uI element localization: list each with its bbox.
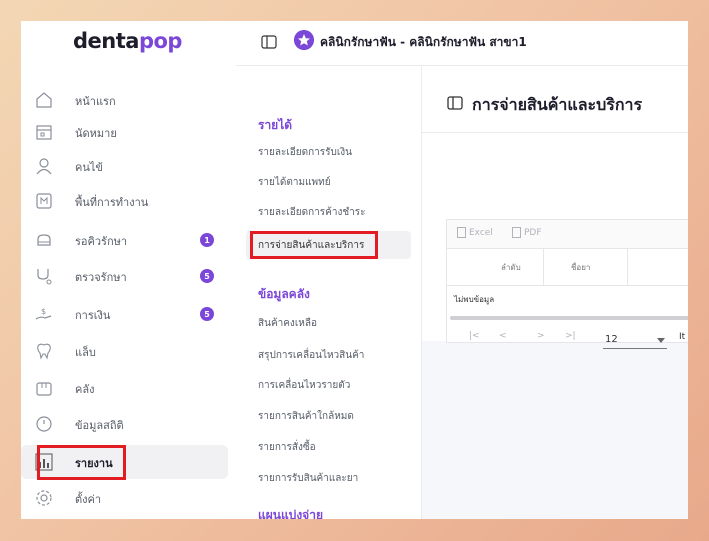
highlight-box-reports	[37, 445, 126, 480]
sidebar-item-label: นัดหมาย	[75, 127, 117, 140]
data-grid: Excel PDF ลำดับ ชื่อยา ไม่พบข้อมูล |< < …	[446, 219, 688, 349]
sidebar-item-appointments[interactable]: นัดหมาย	[21, 115, 228, 149]
tooth-icon	[37, 343, 51, 360]
sidebar-item-label: ตรวจรักษา	[75, 271, 127, 284]
report-item-label: รายได้ตามแพทย์	[258, 177, 331, 188]
box-icon	[36, 382, 52, 396]
sidebar-item-settings[interactable]: ตั้งค่า	[21, 481, 228, 515]
sidebar-item-lab[interactable]: แล็บ	[21, 334, 228, 368]
chevron-down-icon	[657, 338, 665, 343]
section-title-income: รายได้	[258, 118, 293, 132]
report-menu: รายได้ รายละเอียดการรับเงิน รายได้ตามแพท…	[236, 66, 422, 519]
sidebar-item-label: พื้นที่การทำงาน	[75, 196, 149, 209]
report-item-low-stock[interactable]: รายการสินค้าใกล้หมด	[246, 402, 411, 430]
report-item-label: การเคลื่อนไหวรายตัว	[258, 380, 351, 391]
grid-toolbar: Excel PDF	[447, 220, 688, 249]
sidebar-item-label: การเงิน	[75, 309, 111, 322]
finance-count-badge: 5	[200, 307, 214, 321]
panel-icon	[447, 96, 463, 110]
sidebar-item-inventory[interactable]: คลัง	[21, 371, 228, 405]
sidebar-item-label: รอคิวรักษา	[75, 235, 128, 248]
sidebar-item-home[interactable]: หน้าแรก	[21, 83, 228, 117]
sidebar-item-label: คนไข้	[75, 161, 103, 174]
column-divider	[543, 249, 544, 285]
items-per-page-label: It	[679, 332, 686, 342]
export-pdf-label: PDF	[524, 227, 542, 238]
sidebar-toggle-icon[interactable]	[261, 34, 277, 50]
next-page-button[interactable]: >	[537, 331, 545, 341]
main-content: การจ่ายสินค้าและบริการ Excel PDF ลำดับ ช…	[422, 66, 688, 519]
section-title-inventory: ข้อมูลคลัง	[258, 287, 310, 301]
home-icon	[36, 92, 52, 108]
report-item-label: รายละเอียดการค้างชำระ	[258, 207, 366, 218]
pagination: |< < > >| 12 It	[447, 324, 688, 354]
user-icon	[36, 158, 52, 175]
sidebar-item-label: หน้าแรก	[75, 95, 116, 108]
column-header-drug-name[interactable]: ชื่อยา	[571, 249, 590, 285]
report-panel: การจ่ายสินค้าและบริการ Excel PDF ลำดับ ช…	[422, 66, 688, 349]
logo-accent-text: pop	[138, 29, 183, 53]
grid-header: ลำดับ ชื่อยา	[447, 249, 688, 286]
sidebar-item-treatment[interactable]: ตรวจรักษา 5	[21, 259, 228, 293]
report-item-label: รายการสินค้าใกล้หมด	[258, 411, 354, 422]
first-page-button[interactable]: |<	[469, 331, 480, 341]
sidebar-item-finance[interactable]: $ การเงิน 5	[21, 297, 228, 331]
report-item-label: รายการรับสินค้าและยา	[258, 473, 359, 484]
page-title: การจ่ายสินค้าและบริการ	[472, 95, 643, 114]
sidebar-item-label: คลัง	[75, 383, 95, 396]
report-item-income-by-doctor[interactable]: รายได้ตามแพทย์	[246, 168, 411, 196]
queue-count-badge: 1	[200, 233, 214, 247]
sidebar-item-label: ข้อมูลสถิติ	[75, 419, 124, 432]
highlight-box-product-dispensing	[250, 231, 378, 259]
sidebar-item-patients[interactable]: คนไข้	[21, 149, 228, 183]
sidebar-item-label: ตั้งค่า	[75, 493, 102, 506]
last-page-button[interactable]: >|	[565, 331, 576, 341]
prev-page-button[interactable]: <	[499, 331, 507, 341]
app-window: dentapop หน้าแรก นัดหมาย คนไข้ พื้นที่กา…	[21, 21, 688, 519]
sidebar-item-workspace[interactable]: พื้นที่การทำงาน	[21, 184, 228, 218]
top-bar: คลินิกรักษาฟัน - คลินิกรักษาฟัน สาขา1	[236, 21, 688, 66]
report-item-outstanding[interactable]: รายละเอียดการค้างชำระ	[246, 198, 411, 226]
workspace-icon	[36, 193, 52, 209]
clinic-title[interactable]: คลินิกรักษาฟัน - คลินิกรักษาฟัน สาขา1	[320, 33, 527, 52]
sidebar-item-label: แล็บ	[75, 346, 96, 359]
logo-text: denta	[73, 29, 139, 53]
report-item-label: สรุปการเคลื่อนไหวสินค้า	[258, 350, 365, 361]
page-size-select[interactable]: 12	[603, 332, 667, 349]
horizontal-scrollbar[interactable]	[450, 316, 688, 320]
report-item-label: รายการสั่งซื้อ	[258, 442, 316, 453]
export-excel-button[interactable]: Excel	[457, 227, 493, 238]
sidebar-item-statistics[interactable]: ข้อมูลสถิติ	[21, 407, 228, 441]
report-item-item-movement[interactable]: การเคลื่อนไหวรายตัว	[246, 371, 411, 399]
file-icon	[512, 227, 521, 238]
treatment-count-badge: 5	[200, 269, 214, 283]
page-header: การจ่ายสินค้าและบริการ	[422, 66, 688, 133]
page-size-value: 12	[605, 334, 618, 345]
report-item-label: สินค้าคงเหลือ	[258, 318, 317, 329]
no-data-message: ไม่พบข้อมูล	[454, 295, 495, 304]
export-pdf-button[interactable]: PDF	[512, 227, 542, 238]
sidebar: dentapop หน้าแรก นัดหมาย คนไข้ พื้นที่กา…	[21, 21, 236, 519]
section-title-installment: แผนแบ่งจ่าย	[258, 508, 323, 519]
clock-icon	[36, 416, 52, 432]
treatment-icon	[37, 269, 52, 285]
report-item-goods-received[interactable]: รายการรับสินค้าและยา	[246, 464, 411, 492]
logo[interactable]: dentapop	[73, 29, 182, 53]
gear-icon	[36, 490, 52, 506]
svg-text:$: $	[41, 307, 46, 316]
calendar-icon	[36, 125, 52, 140]
report-item-purchase-orders[interactable]: รายการสั่งซื้อ	[246, 433, 411, 461]
sidebar-item-queue[interactable]: รอคิวรักษา 1	[21, 223, 228, 257]
money-icon: $	[35, 307, 52, 320]
export-excel-label: Excel	[469, 227, 493, 238]
report-item-payment-details[interactable]: รายละเอียดการรับเงิน	[246, 138, 411, 166]
dental-chair-icon	[37, 234, 51, 246]
report-item-stock-remaining[interactable]: สินค้าคงเหลือ	[246, 309, 411, 337]
column-header-order[interactable]: ลำดับ	[501, 249, 521, 285]
clinic-logo-icon	[294, 30, 314, 50]
column-divider	[627, 249, 628, 285]
report-item-movement-summary[interactable]: สรุปการเคลื่อนไหวสินค้า	[246, 341, 411, 369]
report-item-label: รายละเอียดการรับเงิน	[258, 147, 353, 158]
file-icon	[457, 227, 466, 238]
